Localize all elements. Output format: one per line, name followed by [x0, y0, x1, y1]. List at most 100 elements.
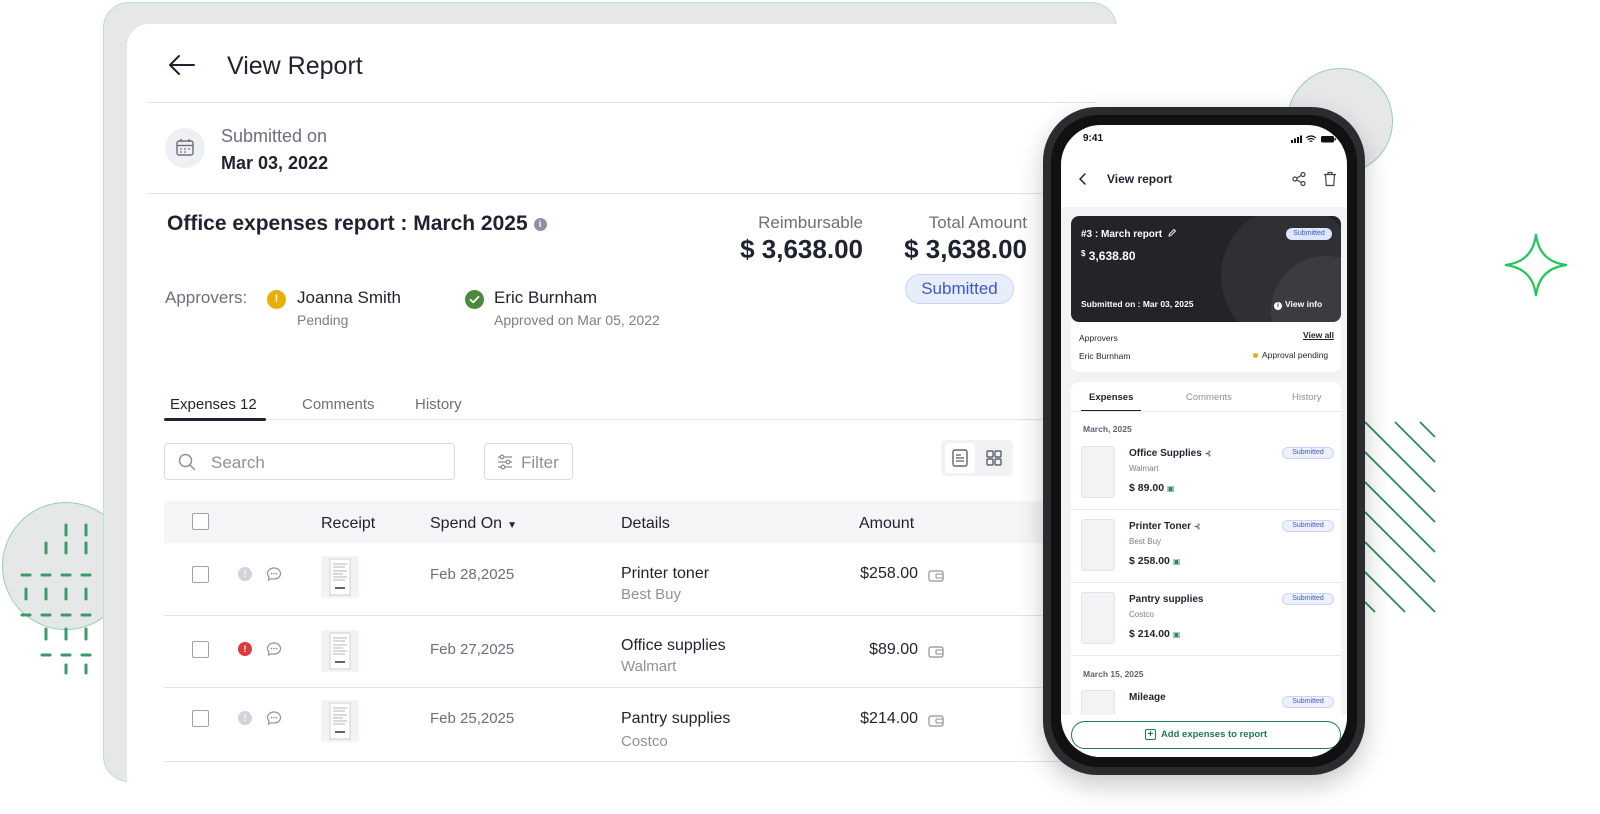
- table-row[interactable]: ! Feb 28,2025 Printer toner Best Buy $25…: [164, 543, 1117, 616]
- comment-icon[interactable]: [266, 641, 282, 657]
- mobile-expense-name-text: Office Supplies: [1129, 448, 1202, 459]
- mobile-amount-value: 3,638.80: [1089, 249, 1136, 263]
- info-icon[interactable]: i: [534, 218, 547, 231]
- mobile-expense-item[interactable]: Pantry supplies Costco $ 214.00 ▣ Submit…: [1071, 584, 1341, 656]
- mobile-item-status: Submitted: [1282, 593, 1334, 605]
- info-icon: i: [1274, 302, 1282, 310]
- mobile-submitted-on: Submitted on : Mar 03, 2025: [1081, 299, 1193, 309]
- expense-amount: $214.00: [818, 710, 918, 728]
- mobile-report-name-text: #3 : March report: [1081, 229, 1162, 240]
- search-icon: [178, 453, 196, 471]
- split-icon: ⊰: [1194, 522, 1201, 531]
- view-all-link[interactable]: View all: [1303, 330, 1334, 340]
- status-badge: Submitted: [905, 274, 1014, 304]
- mobile-report-amount: $ 3,638.80: [1081, 249, 1136, 263]
- mobile-bottom-bar: +Add expenses to report: [1061, 715, 1347, 757]
- mobile-header: 9:41 View report: [1061, 125, 1347, 207]
- mobile-item-status: Submitted: [1282, 520, 1334, 532]
- currency-symbol: $: [1129, 555, 1135, 567]
- submitted-label: Submitted on: [221, 126, 327, 147]
- mobile-page-title: View report: [1107, 172, 1172, 186]
- share-icon[interactable]: [1291, 171, 1307, 187]
- mobile-expense-name-text: Printer Toner: [1129, 521, 1191, 532]
- filter-button[interactable]: Filter: [484, 443, 573, 480]
- row-checkbox[interactable]: [192, 710, 209, 727]
- list-view-button[interactable]: [945, 443, 975, 473]
- sparkle-icon: [1503, 232, 1569, 298]
- list-view-icon: [945, 443, 975, 473]
- mobile-expense-item[interactable]: Printer Toner ⊰ Best Buy $ 258.00 ▣ Subm…: [1071, 511, 1341, 583]
- table-row[interactable]: ! Feb 25,2025 Pantry supplies Costco $21…: [164, 688, 1117, 762]
- mobile-expense-amount-value: 89.00: [1138, 482, 1164, 494]
- check-icon: [465, 290, 484, 309]
- receipt-thumbnail[interactable]: [321, 700, 359, 742]
- approver-status: Approved on Mar 05, 2022: [494, 312, 660, 328]
- approver-name: Joanna Smith: [297, 288, 401, 308]
- tab-expenses[interactable]: Expenses 12: [170, 396, 257, 413]
- mobile-expense-amount: $ 89.00 ▣: [1129, 482, 1175, 494]
- mobile-expense-item[interactable]: Office Supplies ⊰ Walmart $ 89.00 ▣ Subm…: [1071, 438, 1341, 510]
- column-details: Details: [621, 515, 670, 533]
- report-summary-card: #3 : March report Submitted $ 3,638.80 S…: [1071, 216, 1341, 322]
- receipt-thumbnail[interactable]: [321, 556, 359, 598]
- row-checkbox[interactable]: [192, 566, 209, 583]
- column-spend-on[interactable]: Spend On▼: [430, 515, 517, 533]
- active-tab-indicator: [164, 418, 266, 421]
- calendar-icon: [165, 128, 205, 168]
- column-spend-on-label: Spend On: [430, 515, 502, 532]
- mobile-expense-merchant: Best Buy: [1129, 537, 1161, 546]
- mobile-expense-amount: $ 258.00 ▣: [1129, 555, 1180, 567]
- mobile-expense-name: Office Supplies ⊰: [1129, 448, 1211, 459]
- approval-status: Approval pending: [1253, 350, 1328, 360]
- table-row[interactable]: ! Feb 27,2025 Office supplies Walmart $8…: [164, 616, 1117, 688]
- currency-symbol: $: [1129, 482, 1135, 494]
- tab-comments[interactable]: Comments: [302, 396, 375, 413]
- mobile-tabs-divider: [1071, 411, 1341, 412]
- status-bar-icons: [1291, 134, 1337, 144]
- tab-history[interactable]: History: [415, 396, 462, 413]
- tabs-divider: [164, 419, 1104, 420]
- select-all-checkbox[interactable]: [192, 513, 209, 530]
- expense-title: Office supplies: [621, 637, 726, 655]
- comment-icon[interactable]: [266, 710, 282, 726]
- mobile-expense-amount-value: 258.00: [1138, 555, 1170, 567]
- mobile-status-badge: Submitted: [1286, 228, 1332, 240]
- report-title-text: Office expenses report : March 2025: [167, 212, 528, 235]
- mobile-tab-comments[interactable]: Comments: [1186, 392, 1232, 403]
- merchant-name: Walmart: [621, 658, 676, 675]
- reimbursable-amount: $ 3,638.00: [727, 234, 863, 265]
- view-info-link[interactable]: iView info: [1274, 299, 1322, 310]
- mobile-expense-amount-value: 214.00: [1138, 628, 1170, 640]
- row-checkbox[interactable]: [192, 641, 209, 658]
- group-header: March 15, 2025: [1083, 669, 1143, 679]
- wallet-icon: [928, 569, 944, 583]
- pending-dot-icon: [1253, 353, 1258, 358]
- mobile-back-icon[interactable]: [1078, 172, 1088, 186]
- expense-title: Pantry supplies: [621, 710, 730, 728]
- currency-symbol: $: [1129, 628, 1135, 640]
- comment-icon[interactable]: [266, 566, 282, 582]
- plus-icon: +: [1145, 729, 1156, 740]
- split-icon: ⊰: [1205, 449, 1212, 458]
- wallet-icon: ▣: [1173, 557, 1181, 566]
- grid-view-button[interactable]: [979, 443, 1009, 473]
- mobile-tab-expenses[interactable]: Expenses: [1089, 392, 1133, 403]
- add-expenses-button[interactable]: +Add expenses to report: [1071, 721, 1341, 749]
- receipt-thumbnail: [1081, 592, 1115, 644]
- status-bar-time: 9:41: [1083, 133, 1103, 144]
- total-amount: $ 3,638.00: [887, 234, 1027, 265]
- edit-icon[interactable]: [1168, 228, 1177, 237]
- grid-view-icon: [979, 443, 1009, 473]
- divider: [147, 102, 1097, 103]
- wallet-icon: [928, 645, 944, 659]
- approver-name: Eric Burnham: [494, 288, 597, 308]
- mobile-tab-history[interactable]: History: [1292, 392, 1322, 403]
- trash-icon[interactable]: [1323, 171, 1337, 187]
- back-arrow-icon[interactable]: [167, 52, 197, 78]
- total-amount-label: Total Amount: [907, 213, 1027, 233]
- spend-date: Feb 25,2025: [430, 710, 514, 727]
- receipt-thumbnail[interactable]: [321, 630, 359, 672]
- search-input[interactable]: Search: [164, 443, 455, 480]
- currency-symbol: $: [1081, 249, 1085, 258]
- wallet-icon: ▣: [1173, 630, 1181, 639]
